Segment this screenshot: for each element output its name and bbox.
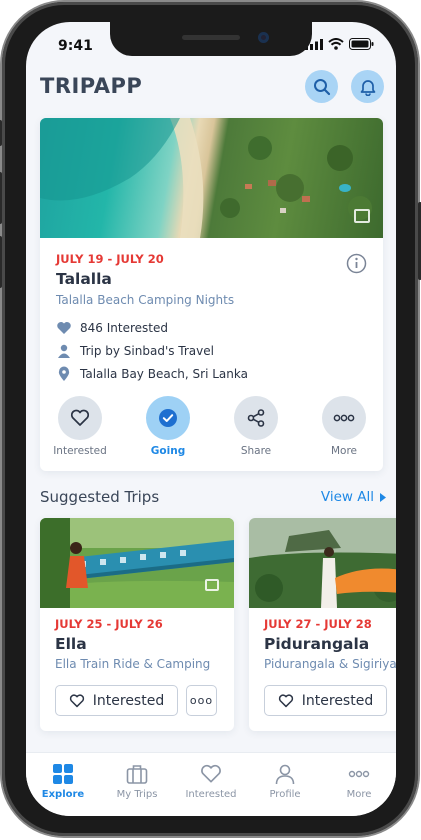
trip-subtitle-ella: Ella Train Ride & Camping xyxy=(55,657,211,671)
info-icon[interactable] xyxy=(346,253,367,274)
trip-more-button-ella[interactable]: ooo xyxy=(186,685,217,716)
suggested-trips-title: Suggested Trips xyxy=(40,488,160,506)
trip-dates-pidurangala: JULY 27 - JULY 28 xyxy=(264,617,372,631)
interested-action-label: Interested xyxy=(53,445,107,457)
share-action-circle xyxy=(234,396,278,440)
going-action-label: Going xyxy=(150,445,186,457)
trip-card-ella[interactable]: JULY 25 - JULY 26 Ella Ella Train Ride &… xyxy=(40,518,234,731)
nav-explore[interactable]: Explore xyxy=(26,753,100,816)
going-action-circle xyxy=(146,396,190,440)
featured-trip-card[interactable]: JULY 19 - JULY 20 Talalla Talalla Beach … xyxy=(40,118,383,471)
nav-explore-label: Explore xyxy=(41,789,85,800)
user-icon xyxy=(58,344,70,358)
interested-count-row: 846 Interested xyxy=(56,320,168,336)
more-action-label: More xyxy=(330,445,358,457)
location-row: Talalla Bay Beach, Sri Lanka xyxy=(56,366,248,382)
trip-title-pidurangala: Pidurangala xyxy=(264,635,370,653)
featured-trip-image xyxy=(40,118,383,238)
front-camera xyxy=(258,32,269,43)
view-all-link[interactable]: View All xyxy=(321,489,386,505)
heart-icon xyxy=(69,693,84,707)
nav-my-trips[interactable]: My Trips xyxy=(100,753,174,816)
nav-profile-label: Profile xyxy=(269,789,301,800)
going-action[interactable]: Going xyxy=(138,396,198,457)
heart-icon xyxy=(278,693,293,707)
battery-icon xyxy=(349,38,374,50)
heart-icon xyxy=(70,409,90,426)
bell-icon xyxy=(360,79,375,96)
interested-button-label: Interested xyxy=(92,692,165,709)
speaker xyxy=(182,35,240,40)
organizer-row: Trip by Sinbad's Travel xyxy=(56,343,214,359)
trip-image-pidurangala xyxy=(249,518,396,608)
trip-card-pidurangala[interactable]: JULY 27 - JULY 28 Pidurangala Pidurangal… xyxy=(249,518,396,731)
interested-button-label: Interested xyxy=(301,692,374,709)
nav-more[interactable]: More xyxy=(322,753,396,816)
interested-count: 846 Interested xyxy=(80,321,168,335)
heart-icon xyxy=(201,764,221,783)
notifications-button[interactable] xyxy=(351,70,384,103)
status-icons xyxy=(305,38,374,50)
volume-down-button xyxy=(0,236,2,288)
share-action[interactable]: Share xyxy=(226,396,286,457)
organizer-text: Trip by Sinbad's Travel xyxy=(80,344,214,358)
share-action-label: Share xyxy=(240,445,272,457)
notch xyxy=(110,22,312,56)
more-action[interactable]: More xyxy=(314,396,374,457)
nav-my-trips-label: My Trips xyxy=(116,789,158,800)
nav-profile[interactable]: Profile xyxy=(248,753,322,816)
gallery-icon xyxy=(354,209,370,223)
location-text: Talalla Bay Beach, Sri Lanka xyxy=(80,367,248,381)
app-screen: 9:41 TRIPAPP JULY 19 - JULY 20 Talalla T… xyxy=(26,22,396,816)
more-icon xyxy=(348,770,370,778)
search-icon xyxy=(313,78,330,95)
nav-interested-label: Interested xyxy=(185,789,237,800)
chevron-right-icon xyxy=(380,492,386,502)
interested-button-ella[interactable]: Interested xyxy=(55,685,178,716)
featured-trip-subtitle: Talalla Beach Camping Nights xyxy=(56,293,235,307)
mute-switch xyxy=(0,120,2,146)
grid-icon xyxy=(53,764,73,784)
bottom-nav: Explore My Trips Interested Profile More xyxy=(26,752,396,816)
phone-frame: 9:41 TRIPAPP JULY 19 - JULY 20 Talalla T… xyxy=(0,2,421,836)
trip-title-ella: Ella xyxy=(55,635,87,653)
featured-trip-title: Talalla xyxy=(56,270,112,288)
view-all-label: View All xyxy=(320,489,374,505)
status-time: 9:41 xyxy=(58,38,93,54)
nav-more-label: More xyxy=(346,789,372,800)
trip-subtitle-pidurangala: Pidurangala & Sigiriya xyxy=(264,657,396,671)
gallery-icon xyxy=(205,579,219,591)
interested-action-circle xyxy=(58,396,102,440)
location-pin-icon xyxy=(58,366,70,381)
more-icon xyxy=(333,414,355,422)
interested-action[interactable]: Interested xyxy=(50,396,110,457)
trip-dates-ella: JULY 25 - JULY 26 xyxy=(55,617,163,631)
user-icon xyxy=(275,764,295,785)
check-icon xyxy=(159,409,177,427)
volume-up-button xyxy=(0,172,2,224)
search-button[interactable] xyxy=(305,70,338,103)
interested-button-pidurangala[interactable]: Interested xyxy=(264,685,387,716)
trip-image-ella xyxy=(40,518,234,608)
app-title: TRIPAPP xyxy=(40,74,143,98)
suitcase-icon xyxy=(126,765,148,784)
more-action-circle xyxy=(322,396,366,440)
featured-trip-dates: JULY 19 - JULY 20 xyxy=(56,252,164,266)
nav-interested[interactable]: Interested xyxy=(174,753,248,816)
heart-filled-icon xyxy=(57,322,71,334)
wifi-icon xyxy=(328,38,344,50)
share-icon xyxy=(247,409,265,427)
